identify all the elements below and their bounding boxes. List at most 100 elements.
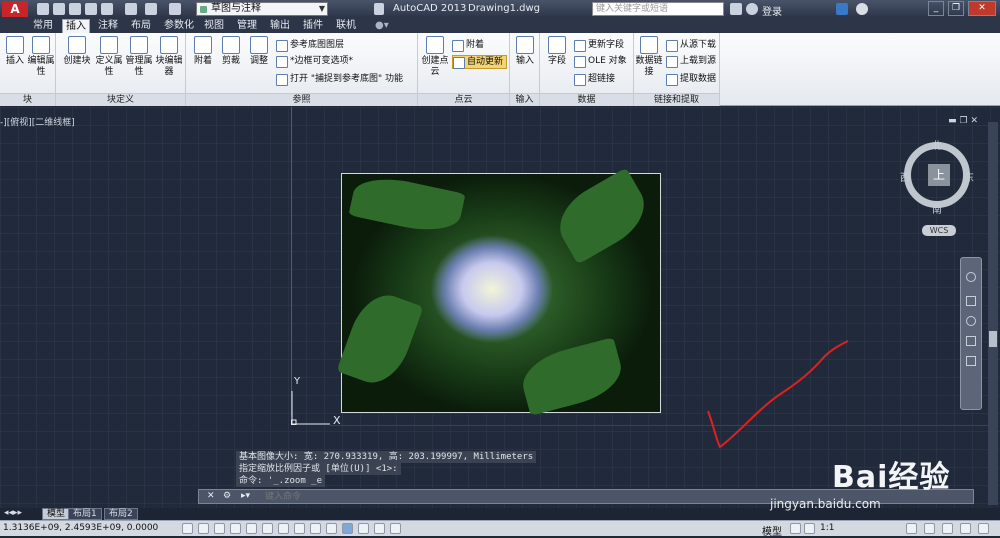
panel-title-block[interactable]: 块 xyxy=(0,93,55,106)
pan-icon[interactable] xyxy=(966,296,976,306)
tab-layout2[interactable]: 布局2 xyxy=(104,508,138,520)
close-button[interactable]: ✕ xyxy=(968,1,996,16)
panel-title-data[interactable]: 数据 xyxy=(540,93,633,106)
adjust-button[interactable]: 调整 xyxy=(244,36,274,67)
infer-constraints-icon[interactable] xyxy=(182,523,193,534)
import-button[interactable]: 输入 xyxy=(510,36,540,67)
viewport-label[interactable]: -][俯视][二维线框] xyxy=(0,115,75,128)
orbit-icon[interactable] xyxy=(966,336,976,346)
hyperlink-button[interactable]: 超链接 xyxy=(574,73,615,86)
new-file-icon[interactable] xyxy=(37,3,49,15)
annotation-scale[interactable]: 1:1 xyxy=(820,523,834,533)
tab-plugins[interactable]: 插件 xyxy=(300,19,326,33)
tab-annotate[interactable]: 注释 xyxy=(95,19,121,33)
autocad-logo-icon[interactable]: A xyxy=(2,1,28,17)
ole-object-button[interactable]: OLE 对象 xyxy=(574,55,627,68)
save-icon[interactable] xyxy=(69,3,81,15)
manage-attributes-button[interactable]: 管理属性 xyxy=(124,36,154,78)
upload-to-source-button[interactable]: 上载到源 xyxy=(666,55,716,68)
navigation-bar[interactable] xyxy=(960,257,982,410)
snap-mode-icon[interactable] xyxy=(198,523,209,534)
lock-icon[interactable] xyxy=(924,523,935,534)
ortho-mode-icon[interactable] xyxy=(230,523,241,534)
tab-view[interactable]: 视图 xyxy=(201,19,227,33)
compass-north[interactable]: 北 xyxy=(932,137,942,152)
plot-icon[interactable] xyxy=(101,3,113,15)
tab-online[interactable]: 联机 xyxy=(333,19,359,33)
wcs-dropdown[interactable]: WCS xyxy=(922,225,956,236)
tab-home[interactable]: 常用 xyxy=(30,19,56,33)
tab-nav-arrows[interactable]: ◂◂▸▸ xyxy=(4,508,22,518)
update-fields-button[interactable]: 更新字段 xyxy=(574,39,624,52)
attach-button[interactable]: 附着 xyxy=(188,36,218,67)
transparency-icon[interactable] xyxy=(358,523,369,534)
customize-icon[interactable]: ⚙ xyxy=(223,491,231,501)
zoom-icon[interactable] xyxy=(966,316,976,326)
scrollbar-thumb[interactable] xyxy=(989,331,997,347)
create-point-cloud-button[interactable]: 创建点云 xyxy=(420,36,450,78)
quick-properties-icon[interactable] xyxy=(374,523,385,534)
compass-west[interactable]: 西 xyxy=(900,169,910,184)
extract-data-button[interactable]: 提取数据 xyxy=(666,73,716,86)
polar-tracking-icon[interactable] xyxy=(246,523,257,534)
coordinate-readout[interactable]: 1.3136E+09, 2.4593E+09, 0.0000 xyxy=(3,523,158,533)
customize-quickaccess-icon[interactable] xyxy=(374,3,384,15)
block-editor-button[interactable]: 块编辑器 xyxy=(154,36,184,78)
quick-view-layouts-icon[interactable] xyxy=(790,523,801,534)
panel-title-reference[interactable]: 参照 xyxy=(186,93,417,106)
exchange-icon[interactable] xyxy=(836,3,848,15)
compass-east[interactable]: 东 xyxy=(964,169,974,184)
workspace-dropdown[interactable]: 草图与注释 ▼ xyxy=(196,2,328,16)
panel-title-import[interactable]: 输入 xyxy=(510,93,539,106)
allow-dynamic-ucs-icon[interactable] xyxy=(310,523,321,534)
close-command-line-icon[interactable]: ✕ xyxy=(207,491,215,501)
tab-manage[interactable]: 管理 xyxy=(234,19,260,33)
help-icon[interactable] xyxy=(856,3,868,15)
redo-icon[interactable] xyxy=(169,3,181,15)
print-icon[interactable] xyxy=(125,3,137,15)
object-snap-tracking-icon[interactable] xyxy=(294,523,305,534)
create-block-button[interactable]: 创建块 xyxy=(62,36,92,67)
raster-image-hydrangea[interactable] xyxy=(336,167,661,417)
hardware-acceleration-icon[interactable] xyxy=(942,523,953,534)
edit-attributes-button[interactable]: 编辑属性 xyxy=(26,36,56,78)
tab-layout[interactable]: 布局 xyxy=(128,19,154,33)
restore-button[interactable]: ❐ xyxy=(948,1,964,16)
auto-update-button[interactable]: 自动更新 xyxy=(452,55,508,69)
grid-display-icon[interactable] xyxy=(214,523,225,534)
steering-wheel-icon[interactable] xyxy=(966,272,976,282)
binoculars-icon[interactable] xyxy=(730,3,742,15)
tab-output[interactable]: 输出 xyxy=(267,19,293,33)
object-snap-icon[interactable] xyxy=(262,523,273,534)
frame-options-dropdown[interactable]: *边框可变选项* xyxy=(276,55,353,68)
login-button[interactable]: 登录 xyxy=(762,3,782,18)
lineweight-icon[interactable] xyxy=(342,523,353,534)
search-input[interactable]: 键入关键字或短语 xyxy=(592,2,724,16)
undo-icon[interactable] xyxy=(145,3,157,15)
viewcube-top-face[interactable]: 上 xyxy=(928,164,950,186)
3d-osnap-icon[interactable] xyxy=(278,523,289,534)
save-as-icon[interactable] xyxy=(85,3,97,15)
viewport-window-controls[interactable]: ▬ ❐ ✕ xyxy=(948,116,978,126)
download-from-source-button[interactable]: 从源下载 xyxy=(666,39,716,52)
snap-to-underlay-button[interactable]: 打开 "捕捉到参考底图" 功能 xyxy=(276,73,403,86)
clip-button[interactable]: 剪裁 xyxy=(216,36,246,67)
tab-model[interactable]: 模型 xyxy=(42,508,71,520)
workspace-switching-icon[interactable] xyxy=(906,523,917,534)
user-icon[interactable] xyxy=(746,3,758,15)
minimize-button[interactable]: _ xyxy=(928,1,944,16)
attach-point-cloud-button[interactable]: 附着 xyxy=(452,39,484,52)
ribbon-minimize-icon[interactable]: ●▾ xyxy=(372,19,392,33)
selection-cycling-icon[interactable] xyxy=(390,523,401,534)
tab-layout1[interactable]: 布局1 xyxy=(68,508,102,520)
panel-title-link-extract[interactable]: 链接和提取 xyxy=(634,93,719,106)
field-button[interactable]: 字段 xyxy=(542,36,572,67)
tab-parametric[interactable]: 参数化 xyxy=(161,19,197,33)
underlay-layers-button[interactable]: 参考底图图层 xyxy=(276,39,344,52)
open-file-icon[interactable] xyxy=(53,3,65,15)
panel-title-block-definition[interactable]: 块定义 xyxy=(56,93,185,106)
data-link-button[interactable]: 数据链接 xyxy=(634,36,664,78)
status-bar-menu-icon[interactable] xyxy=(978,523,989,534)
recent-commands-icon[interactable]: ▸▾ xyxy=(241,491,250,501)
compass-south[interactable]: 南 xyxy=(932,201,942,216)
